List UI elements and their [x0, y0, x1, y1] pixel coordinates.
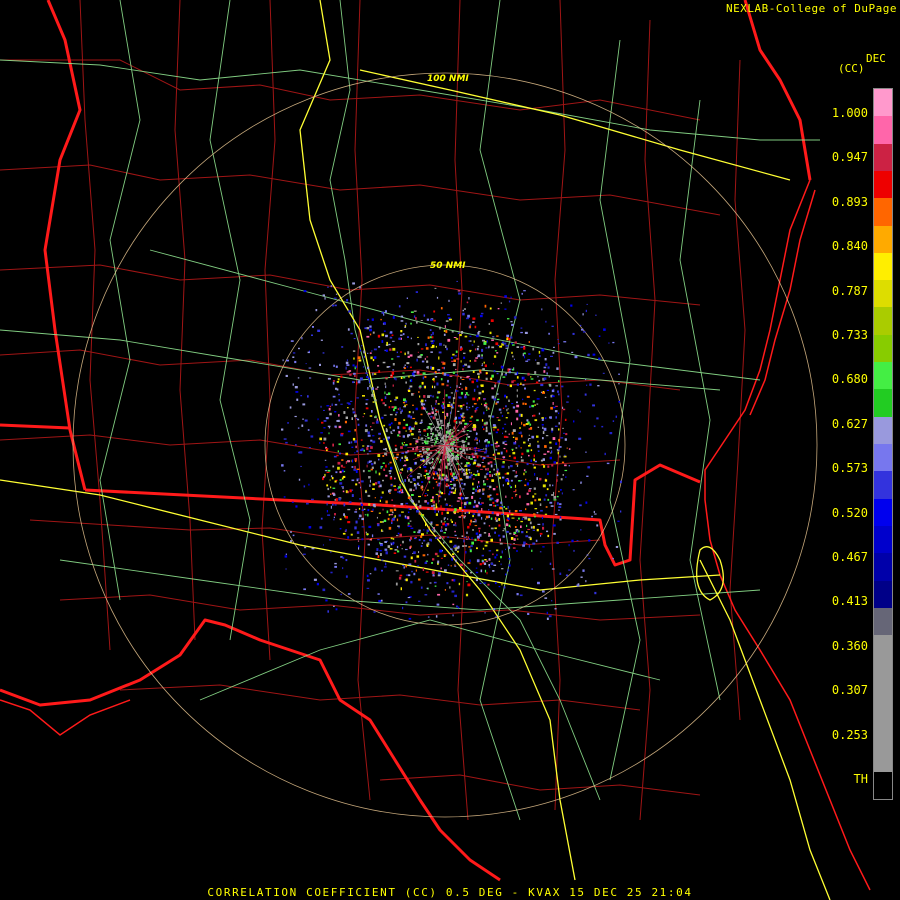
colorbar-segment	[874, 744, 892, 773]
colorbar-tick-label: 1.000	[831, 106, 868, 120]
colorbar-tick-label: 0.307	[831, 683, 868, 698]
colorbar-segment	[874, 580, 892, 609]
ring-label-50: 50 NMI	[430, 261, 466, 271]
colorbar-segment	[874, 717, 892, 745]
colorbar-tick-label: TH	[853, 772, 868, 786]
product-title: CORRELATION COEFFICIENT (CC) 0.5 DEG - K…	[207, 886, 693, 899]
colorbar-segment	[874, 389, 892, 418]
colorbar-segment	[874, 444, 892, 472]
colorbar-tick-label: 0.573	[831, 461, 868, 476]
colorbar-segment	[874, 143, 892, 172]
colorbar-segment	[874, 198, 892, 227]
colorbar-segment	[874, 498, 892, 527]
colorbar-segment	[874, 89, 892, 117]
colorbar-segment	[874, 689, 892, 718]
colorbar-segment	[874, 116, 892, 145]
colorbar-tick-label: 0.467	[831, 550, 868, 564]
colorbar-tick-label: 0.733	[831, 328, 868, 342]
colorbar-segment	[874, 362, 892, 390]
colorbar-segment	[874, 280, 892, 308]
colorbar-segment	[874, 252, 892, 281]
source-label: NEXLAB-College of DuPage	[726, 2, 897, 15]
colorbar-segment	[874, 525, 892, 554]
colorbar-unit: (CC)	[838, 62, 865, 75]
colorbar-segment	[874, 307, 892, 336]
colorbar-tick-label: 0.520	[831, 505, 868, 520]
colorbar-tick-label: 0.680	[831, 372, 868, 387]
colorbar-segment	[874, 607, 892, 636]
colorbar-tick-label: 0.413	[831, 594, 868, 609]
colorbar-segment	[874, 334, 892, 363]
colorbar-segment	[874, 225, 892, 254]
colorbar-tick-label: 0.787	[831, 283, 868, 298]
colorbar-tick-label: 0.360	[831, 638, 868, 653]
colorbar-tick-label: 0.627	[831, 416, 868, 431]
colorbar-tick-label: 0.840	[831, 239, 868, 254]
ring-label-100: 100 NMI	[427, 74, 469, 84]
colorbar	[873, 88, 893, 800]
colorbar-segment	[874, 662, 892, 691]
colorbar-segment	[874, 635, 892, 663]
colorbar-tick-label: 0.947	[831, 150, 868, 165]
colorbar-segment	[874, 553, 892, 582]
colorbar-segment	[874, 416, 892, 445]
colorbar-segment	[874, 771, 892, 800]
colorbar-tick-label: 0.253	[831, 727, 868, 742]
colorbar-unit-abbr: DEC	[866, 52, 886, 65]
colorbar-segment	[874, 170, 892, 199]
radar-map[interactable]: 50 NMI 100 NMI	[0, 0, 900, 900]
colorbar-tick-label: 0.893	[831, 194, 868, 209]
colorbar-segment	[874, 471, 892, 500]
